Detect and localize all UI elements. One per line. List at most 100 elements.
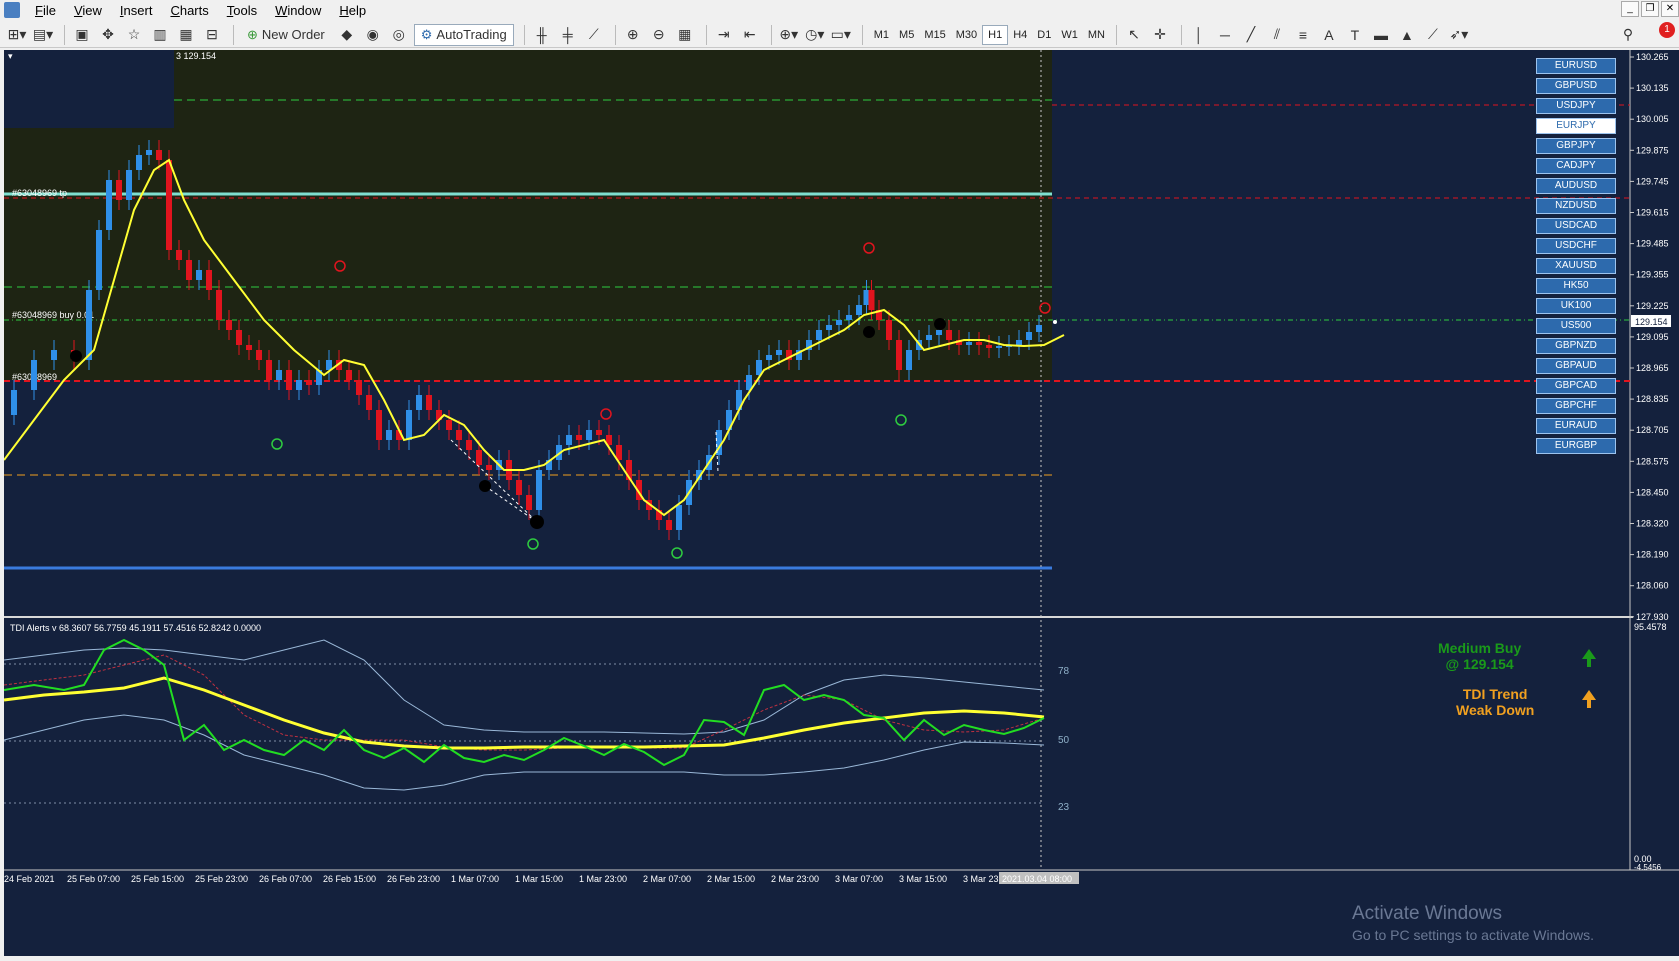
timeframe-h1[interactable]: H1	[982, 24, 1009, 45]
symbol-button-xauusd[interactable]: XAUUSD	[1536, 258, 1616, 274]
metatrader-app-icon[interactable]	[4, 2, 20, 18]
symbol-button-uk100[interactable]: UK100	[1536, 298, 1616, 314]
candle-body	[886, 320, 892, 340]
candle-body	[566, 435, 572, 445]
periods-icon[interactable]: ◷▾	[804, 24, 826, 46]
menu-bar: File View Insert Charts Tools Window Hel…	[0, 0, 1679, 20]
symbol-button-usdcad[interactable]: USDCAD	[1536, 218, 1616, 234]
market-icon[interactable]: ◎	[388, 24, 410, 46]
search-icon[interactable]: ⚲	[1617, 24, 1639, 46]
timeframe-m15[interactable]: M15	[919, 25, 950, 45]
trade-open-marker	[70, 350, 82, 362]
symbol-button-eurusd[interactable]: EURUSD	[1536, 58, 1616, 74]
symbol-button-gbpcad[interactable]: GBPCAD	[1536, 378, 1616, 394]
symbol-button-us500[interactable]: US500	[1536, 318, 1616, 334]
symbol-button-usdchf[interactable]: USDCHF	[1536, 238, 1616, 254]
navigator-icon[interactable]: ✥	[97, 24, 119, 46]
level-78-label: 78	[1058, 666, 1070, 677]
watermark-line-2: Go to PC settings to activate Windows.	[1352, 927, 1594, 943]
indicators-icon[interactable]: ⊕▾	[778, 24, 800, 46]
symbol-button-usdjpy[interactable]: USDJPY	[1536, 98, 1616, 114]
symbol-button-cadjpy[interactable]: CADJPY	[1536, 158, 1616, 174]
symbol-button-eurgbp[interactable]: EURGBP	[1536, 438, 1616, 454]
bar-chart-icon[interactable]: ╫	[531, 24, 553, 46]
trendline-icon[interactable]: ╱	[1240, 24, 1262, 46]
tile-windows-icon[interactable]: ▦	[674, 24, 696, 46]
price-axis-label: 128.450	[1636, 487, 1669, 497]
candlestick-icon[interactable]: ╪	[557, 24, 579, 46]
rectangle-icon[interactable]: ▬	[1370, 24, 1392, 46]
chart-window[interactable]: #63048969 tp #63048969 buy 0.01 #6304896…	[3, 50, 1679, 956]
menu-view[interactable]: View	[65, 3, 111, 18]
chart-menu-icon[interactable]: ▾	[8, 51, 13, 61]
close-button[interactable]: ✕	[1661, 1, 1679, 17]
timeframe-m30[interactable]: M30	[951, 25, 982, 45]
arrows-icon[interactable]: ➶▾	[1448, 24, 1470, 46]
timeframe-mn[interactable]: MN	[1083, 25, 1110, 45]
data-window-icon[interactable]: ▥	[149, 24, 171, 46]
symbol-button-gbpusd[interactable]: GBPUSD	[1536, 78, 1616, 94]
favorites-icon[interactable]: ☆	[123, 24, 145, 46]
timeframe-d1[interactable]: D1	[1032, 25, 1056, 45]
strategy-tester-icon[interactable]: ⊟	[201, 24, 223, 46]
menu-window[interactable]: Window	[266, 3, 330, 18]
notification-badge[interactable]: 1	[1659, 22, 1675, 38]
symbol-button-euraud[interactable]: EURAUD	[1536, 418, 1616, 434]
new-order-button[interactable]: ⊕ New Order	[240, 24, 332, 46]
equidistant-channel-icon[interactable]: ⫽	[1266, 24, 1288, 46]
crosshair-icon[interactable]: ✛	[1149, 24, 1171, 46]
symbol-button-gbpjpy[interactable]: GBPJPY	[1536, 138, 1616, 154]
minimize-button[interactable]: _	[1621, 1, 1639, 17]
candle-body	[976, 342, 982, 345]
time-axis-label: 26 Feb 23:00	[387, 874, 440, 884]
timeframe-m5[interactable]: M5	[894, 25, 919, 45]
cursor-icon[interactable]: ↖	[1123, 24, 1145, 46]
terminal-icon[interactable]: ▦	[175, 24, 197, 46]
restore-button[interactable]: ❐	[1641, 1, 1659, 17]
templates-icon[interactable]: ▭▾	[830, 24, 852, 46]
profiles-icon[interactable]: ▤▾	[32, 24, 54, 46]
menu-insert[interactable]: Insert	[111, 3, 162, 18]
candle-body	[446, 420, 452, 430]
symbol-button-eurjpy[interactable]: EURJPY	[1536, 118, 1616, 134]
line-chart-icon[interactable]: ⟋	[583, 24, 605, 46]
price-axis-label: 130.135	[1636, 83, 1669, 93]
text-label-icon[interactable]: T	[1344, 24, 1366, 46]
menu-charts[interactable]: Charts	[161, 3, 217, 18]
price-axis[interactable]: 130.265 130.135 130.005 129.875 129.745 129.6…	[1630, 52, 1669, 622]
menu-help[interactable]: Help	[330, 3, 375, 18]
price-chart-canvas[interactable]: #63048969 tp #63048969 buy 0.01 #6304896…	[3, 50, 1679, 956]
symbol-button-hk50[interactable]: HK50	[1536, 278, 1616, 294]
symbol-button-nzdusd[interactable]: NZDUSD	[1536, 198, 1616, 214]
candle-body	[526, 495, 532, 510]
candle-body	[836, 320, 842, 325]
timeframe-m1[interactable]: M1	[869, 25, 894, 45]
zoom-out-icon[interactable]: ⊖	[648, 24, 670, 46]
chart-shift-icon[interactable]: ⇤	[739, 24, 761, 46]
zoom-in-icon[interactable]: ⊕	[622, 24, 644, 46]
autoscroll-icon[interactable]: ⇥	[713, 24, 735, 46]
header-box	[4, 50, 174, 128]
fib-fan-icon[interactable]: ⟋	[1422, 24, 1444, 46]
symbol-button-gbpaud[interactable]: GBPAUD	[1536, 358, 1616, 374]
autotrading-button[interactable]: ⚙ AutoTrading	[413, 23, 514, 46]
horizontal-line-icon[interactable]: ─	[1214, 24, 1236, 46]
symbol-button-gbpnzd[interactable]: GBPNZD	[1536, 338, 1616, 354]
text-icon[interactable]: A	[1318, 24, 1340, 46]
symbol-button-gbpchf[interactable]: GBPCHF	[1536, 398, 1616, 414]
metaeditor-icon[interactable]: ◆	[336, 24, 358, 46]
menu-file[interactable]: File	[26, 3, 65, 18]
candle-body	[86, 290, 92, 360]
candle-body	[11, 390, 17, 415]
timeframe-h4[interactable]: H4	[1008, 25, 1032, 45]
menu-tools[interactable]: Tools	[218, 3, 266, 18]
market-watch-icon[interactable]: ▣	[71, 24, 93, 46]
timeframe-w1[interactable]: W1	[1056, 25, 1083, 45]
symbol-button-audusd[interactable]: AUDUSD	[1536, 178, 1616, 194]
fibonacci-icon[interactable]: ≡	[1292, 24, 1314, 46]
vertical-line-icon[interactable]: │	[1188, 24, 1210, 46]
time-axis[interactable]: 24 Feb 2021 25 Feb 07:00 25 Feb 15:00 25 Fe…	[4, 874, 1011, 884]
signals-icon[interactable]: ◉	[362, 24, 384, 46]
new-chart-icon[interactable]: ⊞▾	[6, 24, 28, 46]
triangle-icon[interactable]: ▲	[1396, 24, 1418, 46]
